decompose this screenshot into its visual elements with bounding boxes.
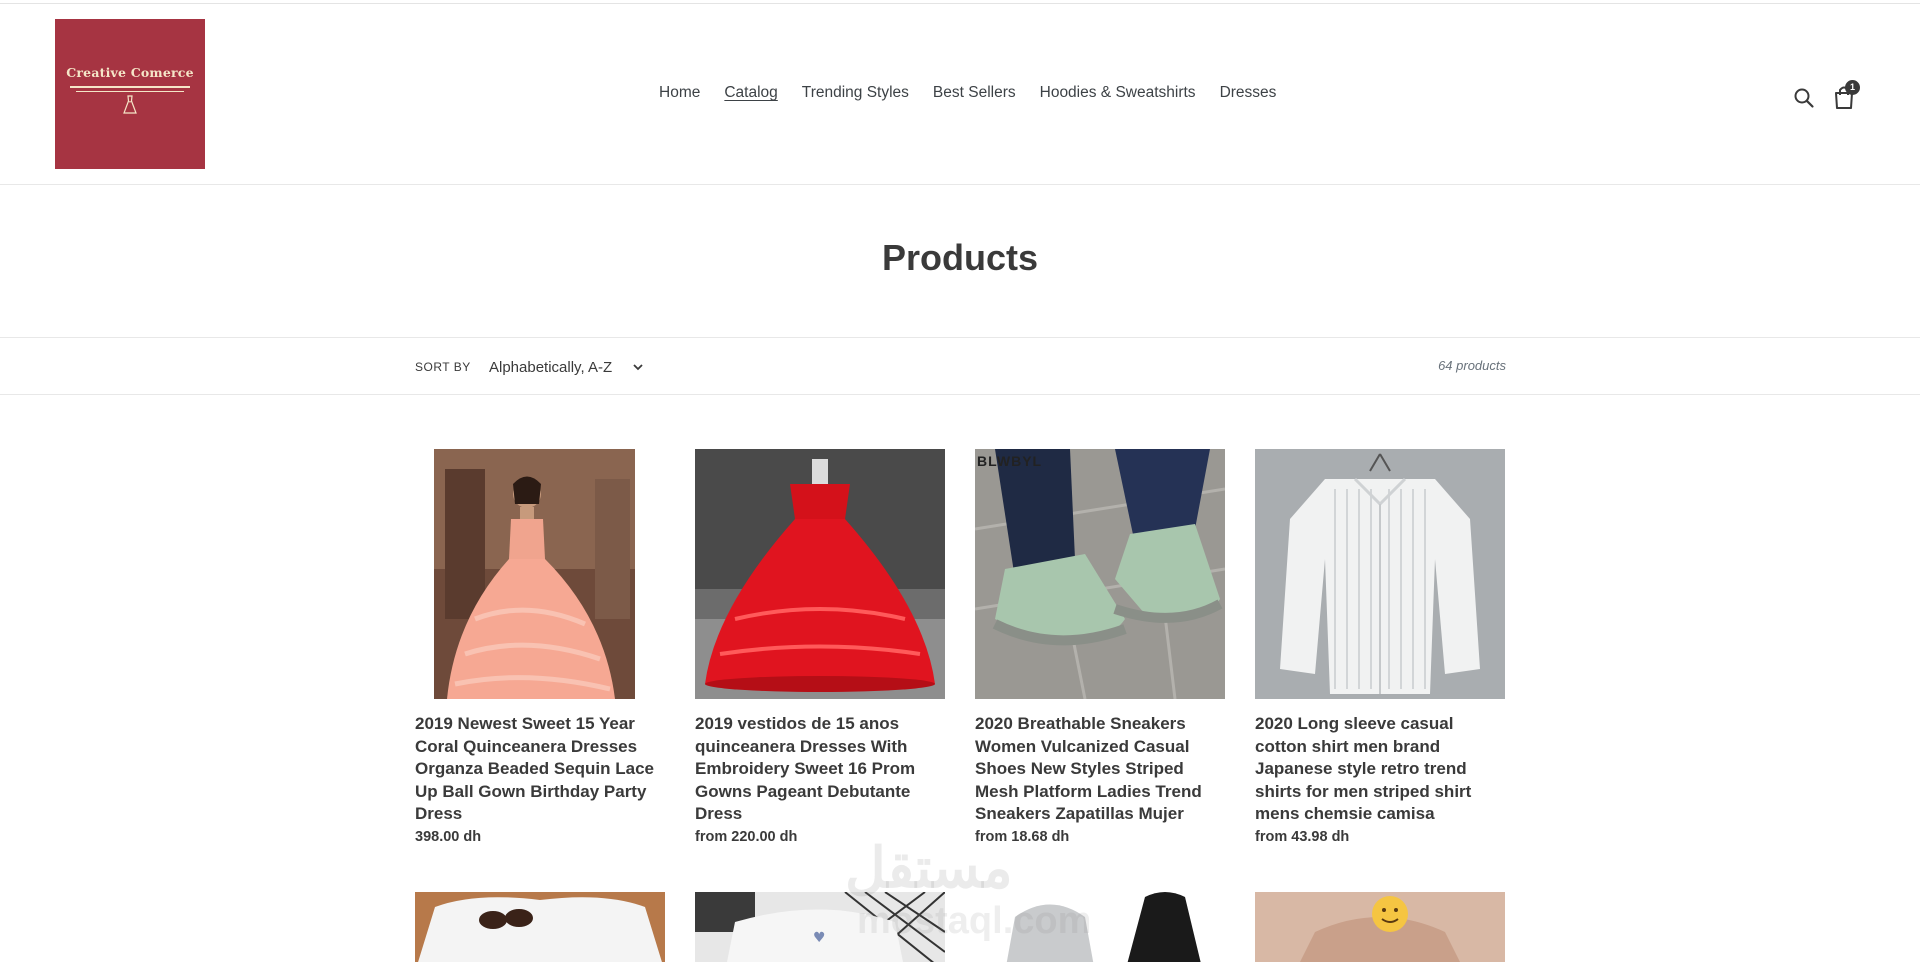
product-price: from 18.68 dh [975,828,1070,845]
site-header: Creative Comerce Home Catalog Trending S… [0,4,1920,185]
search-icon[interactable] [1793,87,1815,109]
product-card[interactable]: BLWBYL 2020 Breathable Sneakers Women Vu… [975,449,1225,845]
nav-home[interactable]: Home [659,84,700,102]
nav-catalog[interactable]: Catalog [724,84,777,102]
nav-best-sellers[interactable]: Best Sellers [933,84,1016,102]
sort-select[interactable]: Alphabetically, A-Z [489,355,644,379]
product-image-brand: BLWBYL [977,453,1043,469]
product-title[interactable]: 2019 Newest Sweet 15 Year Coral Quincean… [415,713,665,826]
product-title[interactable]: 2020 Long sleeve casual cotton shirt men… [1255,713,1505,826]
product-price: from 43.98 dh [1255,828,1350,845]
svg-text:♥: ♥ [813,930,826,946]
product-title[interactable]: 2020 Breathable Sneakers Women Vulcanize… [975,713,1225,826]
main-nav: Home Catalog Trending Styles Best Seller… [0,84,1920,106]
product-title[interactable]: 2019 vestidos de 15 anos quinceanera Dre… [695,713,945,826]
page-title: Products [881,237,1039,278]
product-image-white-sweater[interactable]: ♥ [695,892,945,962]
product-image-sneakers[interactable]: BLWBYL [975,449,1225,699]
product-card[interactable]: 2019 Newest Sweet 15 Year Coral Quincean… [415,449,665,845]
cart-count-badge: 1 [1845,80,1860,95]
sort-value: Alphabetically, A-Z [489,358,613,376]
product-image-beige-hoodie[interactable] [1255,892,1505,962]
nav-hoodies-sweatshirts[interactable]: Hoodies & Sweatshirts [1040,84,1196,102]
product-card[interactable]: 2020 Long sleeve casual cotton shirt men… [1255,449,1505,845]
product-image-hoodies[interactable] [975,892,1225,962]
product-price: 398.00 dh [415,828,482,845]
product-image-quinceanera-coral[interactable] [415,449,665,699]
product-image-red-ball-gown[interactable] [695,449,945,699]
chevron-down-icon [633,364,643,371]
product-price: from 220.00 dh [695,828,798,845]
product-image-white-tshirt[interactable] [415,892,665,962]
filter-bar: SORT BY Alphabetically, A-Z 64 products [0,337,1920,395]
product-image-striped-shirt[interactable] [1255,449,1505,699]
nav-trending-styles[interactable]: Trending Styles [802,84,909,102]
product-card[interactable]: 2019 vestidos de 15 anos quinceanera Dre… [695,449,945,845]
nav-dresses[interactable]: Dresses [1220,84,1277,102]
sort-label: SORT BY [415,360,471,374]
logo-text: Creative Comerce [66,65,194,80]
product-count: 64 products [1438,358,1506,373]
